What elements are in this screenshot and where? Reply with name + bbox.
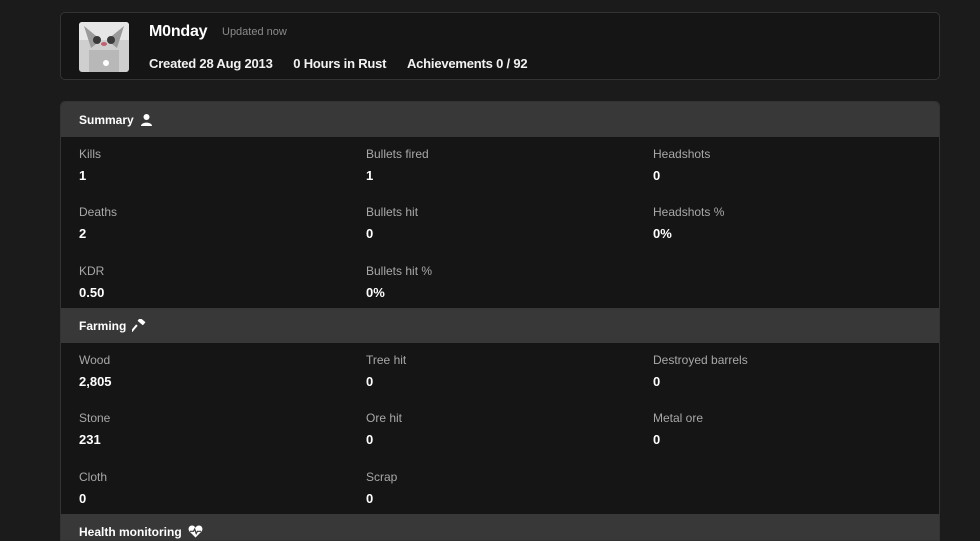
stat-label: Wood: [79, 353, 111, 367]
section-header-health: Health monitoring: [61, 514, 939, 540]
farming-grid: Wood 2,805 Tree hit 0 Destroyed barrels …: [61, 343, 939, 514]
stat-deaths: Deaths 2: [79, 205, 339, 241]
stat-label: Headshots: [653, 147, 711, 161]
stat-metal-ore: Metal ore 0: [653, 411, 913, 447]
stat-headshots-pct: Headshots % 0%: [653, 205, 913, 241]
stat-headshots: Headshots 0: [653, 147, 913, 183]
stat-value: 0: [653, 168, 661, 183]
stat-label: Deaths: [79, 205, 118, 219]
stat-label: Headshots %: [653, 205, 725, 219]
heart-monitor-icon: [188, 525, 203, 538]
stats-panel: Summary Kills 1 Bullets fired 1 Headshot…: [60, 101, 940, 541]
achievements-count: Achievements 0 / 92: [406, 56, 528, 71]
summary-grid: Kills 1 Bullets fired 1 Headshots 0 Deat…: [61, 137, 939, 308]
stat-kills: Kills 1: [79, 147, 339, 183]
stat-label: Bullets fired: [366, 147, 429, 161]
stat-value: 0%: [366, 285, 385, 300]
stat-destroyed-barrels: Destroyed barrels 0: [653, 353, 913, 389]
stat-label: Stone: [79, 411, 111, 425]
section-title: Health monitoring: [79, 524, 182, 539]
stat-value: 1: [79, 168, 87, 183]
stat-cloth: Cloth 0: [79, 470, 339, 506]
stat-value: 1: [366, 168, 374, 183]
stat-value: 0: [366, 432, 374, 447]
stat-label: KDR: [79, 264, 105, 278]
stat-value: 0: [366, 374, 374, 389]
stat-value: 0: [366, 491, 374, 506]
stat-kdr: KDR 0.50: [79, 264, 339, 300]
username[interactable]: M0nday: [149, 23, 208, 41]
stat-value: 0: [653, 432, 661, 447]
profile-card: M0nday Updated now Created 28 Aug 2013 0…: [60, 12, 940, 80]
stat-wood: Wood 2,805: [79, 353, 339, 389]
stat-label: Scrap: [366, 470, 398, 484]
stat-value: 0: [366, 226, 374, 241]
hours-played: 0 Hours in Rust: [293, 56, 387, 71]
user-icon: [140, 113, 153, 126]
stat-label: Ore hit: [366, 411, 403, 425]
stat-value: 231: [79, 432, 101, 447]
hammer-icon: [132, 319, 146, 332]
stat-label: Cloth: [79, 470, 108, 484]
stat-stone: Stone 231: [79, 411, 339, 447]
stat-label: Bullets hit: [366, 205, 419, 219]
stat-value: 0: [653, 374, 661, 389]
section-title: Farming: [79, 318, 127, 333]
stat-value: 0.50: [79, 285, 105, 300]
stat-label: Metal ore: [653, 411, 704, 425]
stat-label: Destroyed barrels: [653, 353, 748, 367]
stat-bullets-hit: Bullets hit 0: [366, 205, 626, 241]
stat-label: Kills: [79, 147, 102, 161]
updated-status: Updated now: [222, 26, 287, 38]
stat-value: 0%: [653, 226, 672, 241]
section-title: Summary: [79, 112, 134, 127]
avatar[interactable]: [79, 22, 129, 72]
section-header-farming: Farming: [61, 308, 939, 343]
profile-meta: Created 28 Aug 2013 0 Hours in Rust Achi…: [149, 56, 544, 71]
stat-value: 2: [79, 226, 87, 241]
stat-bullets-hit-pct: Bullets hit % 0%: [366, 264, 626, 300]
stat-label: Tree hit: [366, 353, 407, 367]
stat-value: 2,805: [79, 374, 112, 389]
section-header-summary: Summary: [61, 102, 939, 137]
stat-ore-hit: Ore hit 0: [366, 411, 626, 447]
stat-label: Bullets hit %: [366, 264, 433, 278]
stat-bullets-fired: Bullets fired 1: [366, 147, 626, 183]
stat-scrap: Scrap 0: [366, 470, 626, 506]
stat-value: 0: [79, 491, 87, 506]
created-date: Created 28 Aug 2013: [149, 56, 273, 71]
stat-tree-hit: Tree hit 0: [366, 353, 626, 389]
